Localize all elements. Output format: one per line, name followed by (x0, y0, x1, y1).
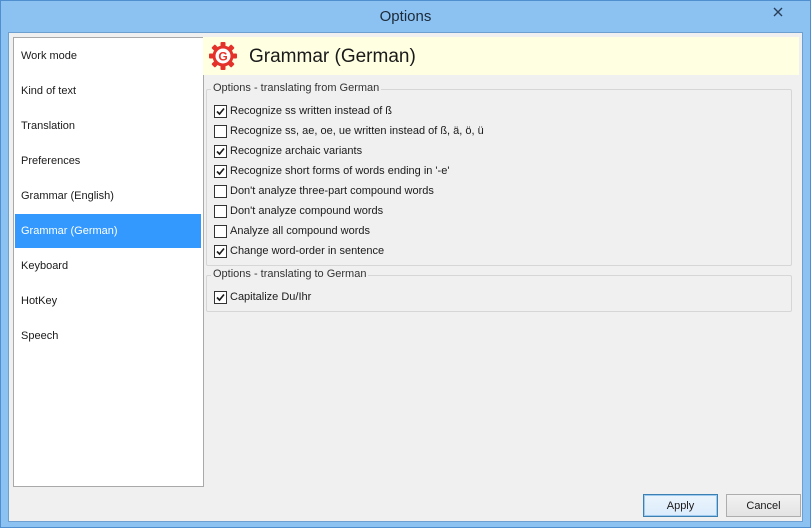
options-category-list[interactable]: Work mode Kind of text Translation Prefe… (13, 37, 204, 487)
option-label: Recognize ss written instead of ß (230, 105, 393, 117)
sidebar-item-grammar-german[interactable]: Grammar (German) (15, 214, 201, 248)
sidebar-item-work-mode[interactable]: Work mode (15, 39, 201, 73)
page-title: Grammar (German) (249, 46, 416, 67)
options-window: Options Work mode Kind of text Translati… (0, 0, 811, 528)
option-label: Recognize archaic variants (230, 145, 363, 157)
checkbox[interactable] (214, 144, 227, 158)
gear-g-icon: G (208, 41, 238, 71)
title-bar[interactable]: Options (1, 1, 810, 31)
group-legend-from-german: Options - translating from German (211, 82, 382, 94)
dialog-client: Work mode Kind of text Translation Prefe… (8, 32, 803, 522)
close-icon[interactable] (769, 3, 787, 21)
option-ss-instead-of-eszett[interactable]: Recognize ss written instead of ß (214, 103, 392, 119)
group-from-german: Options - translating from German Recogn… (206, 82, 792, 266)
cancel-button[interactable]: Cancel (726, 494, 801, 517)
checkbox[interactable] (214, 290, 227, 304)
checkbox[interactable] (214, 224, 227, 238)
option-label: Capitalize Du/Ihr (230, 291, 312, 303)
option-short-forms-e[interactable]: Recognize short forms of words ending in… (214, 163, 449, 179)
svg-text:G: G (218, 50, 227, 64)
sidebar-item-translation[interactable]: Translation (15, 109, 201, 143)
sidebar-item-keyboard[interactable]: Keyboard (15, 249, 201, 283)
checkbox[interactable] (214, 124, 227, 138)
option-label: Don't analyze three-part compound words (230, 185, 434, 197)
checkbox[interactable] (214, 104, 227, 118)
sidebar-item-hotkey[interactable]: HotKey (15, 284, 201, 318)
checkbox[interactable] (214, 204, 227, 218)
checkbox[interactable] (214, 184, 227, 198)
option-label: Analyze all compound words (230, 225, 371, 237)
window-title: Options (379, 8, 432, 25)
option-label: Change word-order in sentence (230, 245, 385, 257)
page-header: G Grammar (German) (203, 37, 799, 75)
option-capitalize-du-ihr[interactable]: Capitalize Du/Ihr (214, 289, 311, 305)
checkbox[interactable] (214, 244, 227, 258)
option-label: Don't analyze compound words (230, 205, 384, 217)
sidebar-item-speech[interactable]: Speech (15, 319, 201, 353)
group-legend-to-german: Options - translating to German (211, 268, 369, 280)
option-no-compounds[interactable]: Don't analyze compound words (214, 203, 383, 219)
checkbox[interactable] (214, 164, 227, 178)
option-change-word-order[interactable]: Change word-order in sentence (214, 243, 384, 259)
option-label: Recognize ss, ae, oe, ue written instead… (230, 125, 484, 137)
option-all-compounds[interactable]: Analyze all compound words (214, 223, 370, 239)
apply-button[interactable]: Apply (643, 494, 718, 517)
sidebar-item-kind-of-text[interactable]: Kind of text (15, 74, 201, 108)
option-umlaut-substitutes[interactable]: Recognize ss, ae, oe, ue written instead… (214, 123, 484, 139)
sidebar-item-grammar-english[interactable]: Grammar (English) (15, 179, 201, 213)
sidebar-item-preferences[interactable]: Preferences (15, 144, 201, 178)
option-label: Recognize short forms of words ending in… (230, 165, 450, 177)
group-to-german: Options - translating to German Capitali… (206, 268, 792, 312)
option-archaic-variants[interactable]: Recognize archaic variants (214, 143, 362, 159)
option-no-three-part-compounds[interactable]: Don't analyze three-part compound words (214, 183, 434, 199)
